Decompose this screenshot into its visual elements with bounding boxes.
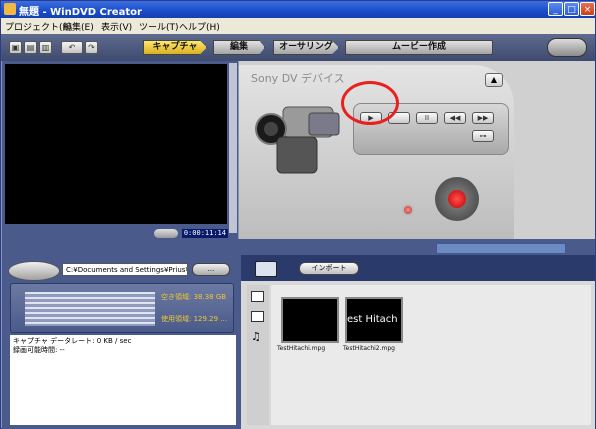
menu-project[interactable]: プロジェクト(P) (5, 20, 71, 33)
stop-button[interactable] (388, 112, 410, 124)
minimize-button[interactable]: _ (548, 2, 563, 16)
save-icon[interactable]: ▥ (39, 41, 52, 54)
status-strip (2, 239, 595, 255)
new-icon[interactable]: ▣ (9, 41, 22, 54)
open-icon[interactable]: ▤ (24, 41, 37, 54)
media-library-panel: インポート ♫ TestHitachi.mpg est Hitach TestH… (241, 255, 595, 429)
used-space-label: 使用領域: 129.29 ... (161, 315, 227, 323)
play-button[interactable]: ▶ (360, 112, 382, 124)
image-icon[interactable] (251, 311, 264, 322)
transport-controls: ▶ II ◀◀ ▶▶ ⊶ (353, 103, 509, 155)
device-body: Sony DV デバイス ▲ ▶ II ◀◀ ▶▶ ⊶ (239, 65, 514, 239)
disk-usage-meter: 空き領域: 38.38 GB 使用領域: 129.29 ... (10, 283, 234, 333)
drive-icon (8, 261, 60, 281)
preview-panel: 0:00:11:14 (2, 61, 238, 239)
window-title: 無題 - WinDVD Creator (19, 7, 142, 18)
tab-authoring[interactable]: オーサリング (273, 40, 339, 55)
media-type-bar: ♫ (247, 285, 269, 425)
media-header: インポート (241, 255, 595, 281)
settings-icon[interactable] (547, 38, 587, 57)
indicator-led (402, 204, 414, 216)
free-space-label: 空き領域: 38.38 GB (161, 293, 227, 301)
close-button[interactable]: × (580, 2, 595, 16)
tab-capture[interactable]: キャプチャ (143, 40, 207, 55)
eject-icon[interactable]: ▲ (485, 73, 503, 87)
record-button[interactable] (435, 177, 479, 221)
undo-icon[interactable]: ↶ (61, 41, 83, 54)
device-title: Sony DV デバイス (251, 72, 345, 85)
app-window: 無題 - WinDVD Creator _ □ × プロジェクト(P) 編集(E… (0, 0, 596, 429)
import-button[interactable]: インポート (299, 262, 359, 275)
menu-bar: プロジェクト(P) 編集(E) 表示(V) ツール(T) ヘルプ(H) (1, 18, 595, 34)
media-filename: TestHitachi.mpg (277, 345, 326, 352)
media-filename: TestHitachi2.mpg (343, 345, 395, 352)
record-icon (448, 190, 466, 208)
disk-usage-graphic (25, 292, 155, 326)
menu-view[interactable]: 表示(V) (101, 20, 132, 33)
rewind-button[interactable]: ◀◀ (444, 112, 466, 124)
redo-icon[interactable]: ↷ (85, 41, 98, 54)
capture-settings-panel: C:¥Documents and Settings¥Prius¥... ... … (2, 255, 241, 429)
connect-button[interactable]: ⊶ (472, 130, 494, 142)
menu-tools[interactable]: ツール(T) (139, 20, 179, 33)
film-icon[interactable] (251, 291, 264, 302)
data-rate-label: キャプチャ データレート: 0 KB / sec (13, 337, 132, 345)
record-time-label: 録画可能時間: -- (13, 346, 65, 354)
app-icon (4, 3, 16, 15)
maximize-button[interactable]: □ (564, 2, 579, 16)
tab-edit[interactable]: 編集 (213, 40, 265, 55)
pause-button[interactable]: II (416, 112, 438, 124)
title-bar[interactable]: 無題 - WinDVD Creator _ □ × (1, 1, 595, 18)
camcorder-icon (255, 106, 340, 174)
device-panel: Sony DV デバイス ▲ ▶ II ◀◀ ▶▶ ⊶ (239, 61, 595, 239)
timecode-display: 0:00:11:14 (182, 229, 228, 238)
playback-pill[interactable] (154, 229, 178, 238)
music-icon[interactable]: ♫ (251, 331, 264, 342)
media-area: TestHitachi.mpg est Hitach TestHitachi2.… (271, 285, 591, 425)
capture-path-field[interactable]: C:¥Documents and Settings¥Prius¥... (62, 263, 188, 276)
fast-forward-button[interactable]: ▶▶ (472, 112, 494, 124)
browse-folder-button[interactable]: ... (192, 263, 230, 276)
capture-info: キャプチャ データレート: 0 KB / sec 録画可能時間: -- (10, 335, 236, 425)
tab-make-movie[interactable]: ムービー作成 (345, 40, 493, 55)
media-thumbnail[interactable] (281, 297, 339, 343)
video-preview (5, 64, 227, 224)
main-toolbar: ▣ ▤ ▥ ↶ ↷ キャプチャ 編集 オーサリング ムービー作成 (1, 34, 595, 61)
folder-icon[interactable] (255, 261, 277, 277)
menu-help[interactable]: ヘルプ(H) (179, 20, 220, 33)
progress-bar (436, 243, 566, 254)
media-thumbnail[interactable]: est Hitach (345, 297, 403, 343)
volume-slider[interactable] (229, 63, 237, 233)
menu-edit[interactable]: 編集(E) (63, 20, 94, 33)
